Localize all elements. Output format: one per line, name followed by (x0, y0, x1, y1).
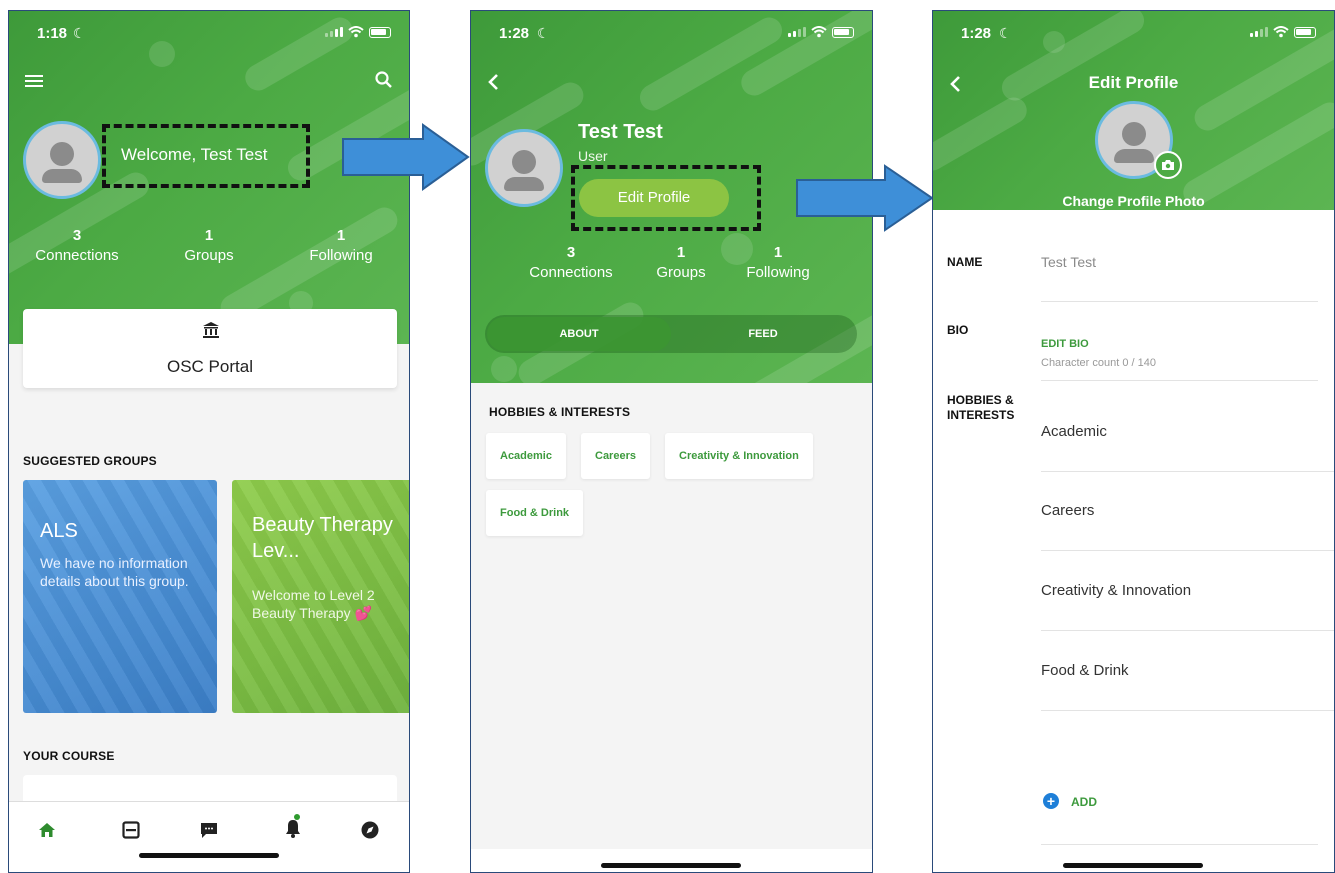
menu-icon[interactable] (25, 73, 45, 89)
search-icon[interactable] (375, 71, 393, 89)
status-time: 1:18 (37, 25, 68, 42)
user-role: User (578, 148, 608, 164)
avatar[interactable] (485, 129, 563, 207)
hobby-tag[interactable]: Food & Drink (486, 490, 584, 536)
home-indicator (139, 853, 279, 858)
bottom-nav (9, 801, 409, 872)
status-time: 1:28 (961, 25, 992, 42)
camera-button[interactable] (1154, 151, 1182, 179)
battery-icon (1294, 26, 1316, 38)
bottom-bar (471, 849, 872, 872)
wifi-icon (1273, 26, 1289, 38)
flow-arrow-icon (342, 123, 470, 191)
divider (1041, 710, 1334, 711)
group-description: We have no information details about thi… (40, 555, 189, 589)
change-photo-link[interactable]: Change Profile Photo (933, 193, 1334, 209)
battery-icon (832, 26, 854, 38)
hobby-tag[interactable]: Academic (486, 433, 566, 479)
divider (1041, 844, 1318, 845)
wifi-icon (348, 26, 364, 38)
user-name: Test Test (578, 121, 663, 143)
add-hobby-button[interactable]: ADD (1071, 795, 1097, 809)
chat-icon[interactable] (200, 822, 218, 839)
wifi-icon (811, 26, 827, 38)
tab-feed[interactable]: FEED (671, 317, 855, 351)
hobbies-label: HOBBIES & INTERESTS (947, 393, 1015, 422)
divider (1041, 550, 1334, 551)
stat-following[interactable]: 1 Following (291, 226, 391, 266)
hobby-item[interactable]: Creativity & Innovation (1041, 582, 1191, 599)
portal-card[interactable]: OSC Portal (23, 309, 397, 388)
moon-icon: ☾ (999, 25, 1012, 41)
hobby-item[interactable]: Academic (1041, 423, 1107, 440)
tab-about[interactable]: ABOUT (487, 317, 671, 351)
name-field[interactable]: Test Test (1041, 254, 1096, 270)
status-icons (1250, 26, 1316, 38)
divider (1041, 630, 1334, 631)
your-course-title: YOUR COURSE (23, 749, 115, 763)
edit-profile-button[interactable]: Edit Profile (579, 179, 729, 217)
suggested-groups-title: SUGGESTED GROUPS (23, 454, 157, 468)
stat-connections[interactable]: 3 Connections (521, 243, 621, 283)
edit-bio-link[interactable]: EDIT BIO (1041, 338, 1089, 350)
signal-icon (325, 27, 343, 37)
stat-connections[interactable]: 3 Connections (27, 226, 127, 266)
avatar[interactable] (23, 121, 101, 199)
status-icons (325, 26, 391, 38)
camera-icon (1162, 160, 1174, 170)
screen-edit-profile: 1:28 ☾ Edit Profile Change Profile Photo… (932, 10, 1335, 873)
group-name: ALS (40, 520, 78, 542)
welcome-text: Welcome, Test Test (121, 145, 268, 164)
stat-groups[interactable]: 1 Groups (631, 243, 731, 283)
home-indicator (601, 863, 741, 868)
moon-icon: ☾ (537, 25, 550, 41)
back-icon[interactable] (487, 73, 499, 91)
hobby-tag[interactable]: Careers (581, 433, 650, 479)
stat-following[interactable]: 1 Following (728, 243, 828, 283)
status-time: 1:28 (499, 25, 530, 42)
divider (1041, 301, 1318, 302)
portal-label: OSC Portal (167, 357, 253, 376)
compass-icon[interactable] (361, 821, 379, 839)
bank-icon (203, 322, 219, 338)
profile-tabs: ABOUT FEED (485, 315, 857, 353)
name-label: NAME (947, 255, 983, 269)
moon-icon: ☾ (73, 25, 86, 41)
bell-icon[interactable] (284, 814, 302, 840)
flow-arrow-icon (796, 164, 934, 232)
hobby-item[interactable]: Food & Drink (1041, 662, 1129, 679)
hobby-tag[interactable]: Creativity & Innovation (665, 433, 813, 479)
home-icon[interactable] (38, 822, 56, 838)
screen-profile: 1:28 ☾ Test Test User Edit Profile 3 Conn… (470, 10, 873, 873)
group-description: Welcome to Level 2 Beauty Therapy 💕 (252, 587, 375, 621)
signal-icon (788, 27, 806, 37)
hobbies-title: HOBBIES & INTERESTS (489, 405, 631, 419)
page-title: Edit Profile (1088, 73, 1179, 92)
divider (1041, 380, 1318, 381)
group-card-als[interactable]: ALS We have no information details about… (23, 480, 217, 713)
battery-icon (369, 26, 391, 38)
feed-icon[interactable] (122, 821, 140, 839)
stat-groups[interactable]: 1 Groups (159, 226, 259, 266)
signal-icon (1250, 27, 1268, 37)
character-count: Character count 0 / 140 (1041, 357, 1156, 369)
status-icons (788, 26, 854, 38)
hobby-item[interactable]: Careers (1041, 502, 1094, 519)
group-name: Beauty Therapy Lev... (252, 514, 393, 562)
divider (1041, 471, 1334, 472)
group-card-beauty[interactable]: Beauty Therapy Lev... Welcome to Level 2… (232, 480, 409, 713)
bio-label: BIO (947, 323, 969, 337)
add-icon[interactable]: + (1043, 793, 1059, 809)
home-indicator (1063, 863, 1203, 868)
